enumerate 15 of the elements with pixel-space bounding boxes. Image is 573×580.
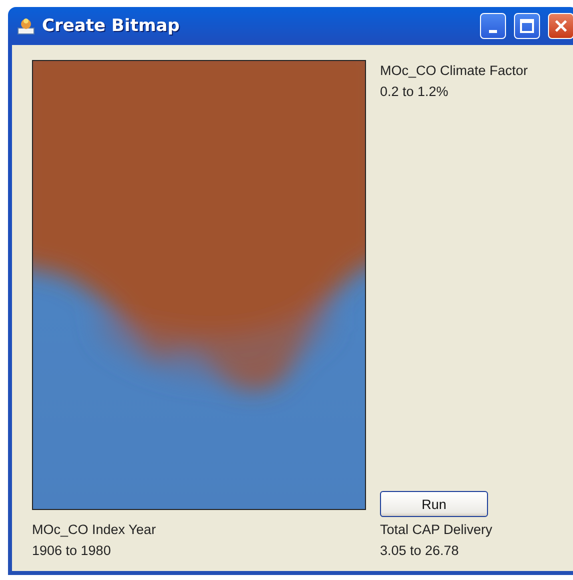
minimize-icon xyxy=(489,30,497,32)
axis-range: 3.05 to 26.78 xyxy=(380,542,460,560)
axis-title: MOc_CO Climate Factor xyxy=(380,62,528,80)
maximize-icon xyxy=(520,19,534,33)
window-title: Create Bitmap xyxy=(42,16,181,36)
axis-title: Total CAP Delivery xyxy=(380,521,494,539)
maximize-button[interactable] xyxy=(514,13,540,39)
run-button[interactable]: Run xyxy=(380,491,488,517)
axis-range: 1906 to 1980 xyxy=(32,542,112,560)
axis-range: 0.2 to 1.2% xyxy=(380,83,450,101)
axis-title: MOc_CO Index Year xyxy=(32,521,157,539)
minimize-button[interactable] xyxy=(480,13,506,39)
app-icon xyxy=(16,16,36,36)
close-icon xyxy=(554,19,568,33)
close-button[interactable] xyxy=(548,13,573,39)
